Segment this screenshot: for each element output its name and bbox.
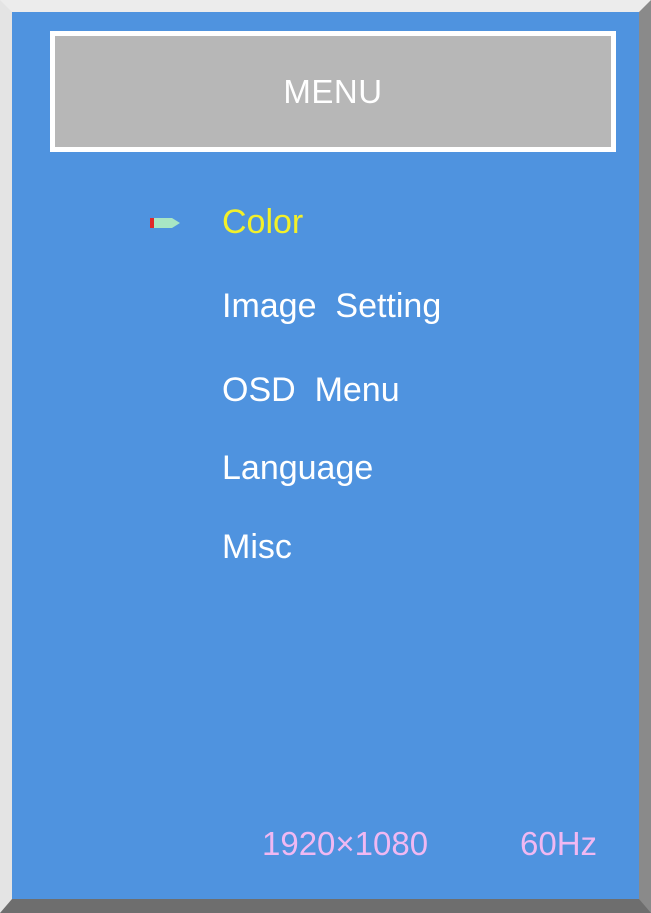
menu-item-image-setting[interactable]: Image Setting (222, 286, 441, 326)
menu-item-language[interactable]: Language (222, 448, 373, 488)
resolution-readout: 1920×1080 (262, 825, 429, 862)
menu-item-misc[interactable]: Misc (222, 527, 292, 567)
menu-title: MENU (283, 72, 383, 110)
menu-item-osd-menu[interactable]: OSD Menu (222, 370, 400, 410)
osd-panel: MENU Color Image Setting OSD Menu Langua… (12, 12, 639, 899)
osd-page: MENU Color Image Setting OSD Menu Langua… (0, 0, 651, 913)
refresh-rate-readout: 60Hz (520, 825, 598, 862)
menu-item-color[interactable]: Color (222, 202, 303, 242)
pointer-arrow-icon (150, 218, 180, 228)
title-bar: MENU (50, 31, 616, 152)
